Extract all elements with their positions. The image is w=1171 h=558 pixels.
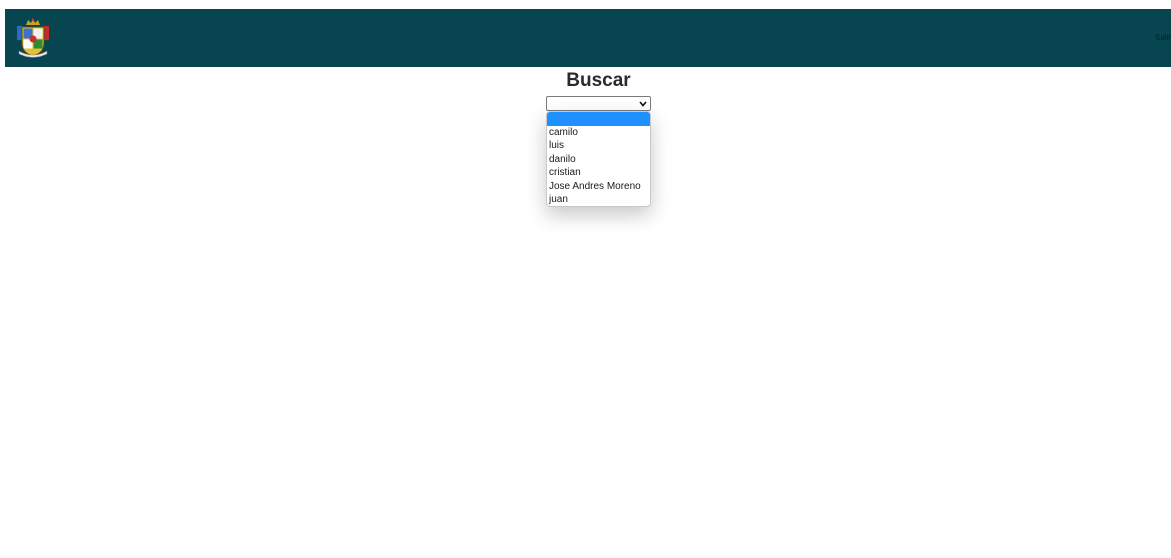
select-option-empty[interactable] [547, 112, 650, 126]
select-option-danilo[interactable]: danilo [547, 153, 650, 167]
select-dropdown-list: camilo luis danilo cristian Jose Andres … [546, 111, 651, 207]
select-option-luis[interactable]: luis [547, 139, 650, 153]
select-option-cristian[interactable]: cristian [547, 166, 650, 180]
select-option-juan[interactable]: juan [547, 193, 650, 206]
chevron-down-icon [639, 97, 647, 110]
name-select[interactable] [546, 96, 651, 111]
select-option-jose-andres-moreno[interactable]: Jose Andres Moreno [547, 180, 650, 194]
top-navbar: Salir [5, 9, 1171, 67]
coat-of-arms-icon[interactable] [14, 18, 52, 58]
exit-link[interactable]: Salir [1155, 33, 1171, 42]
page-title: Buscar [566, 70, 631, 91]
select-option-camilo[interactable]: camilo [547, 126, 650, 140]
